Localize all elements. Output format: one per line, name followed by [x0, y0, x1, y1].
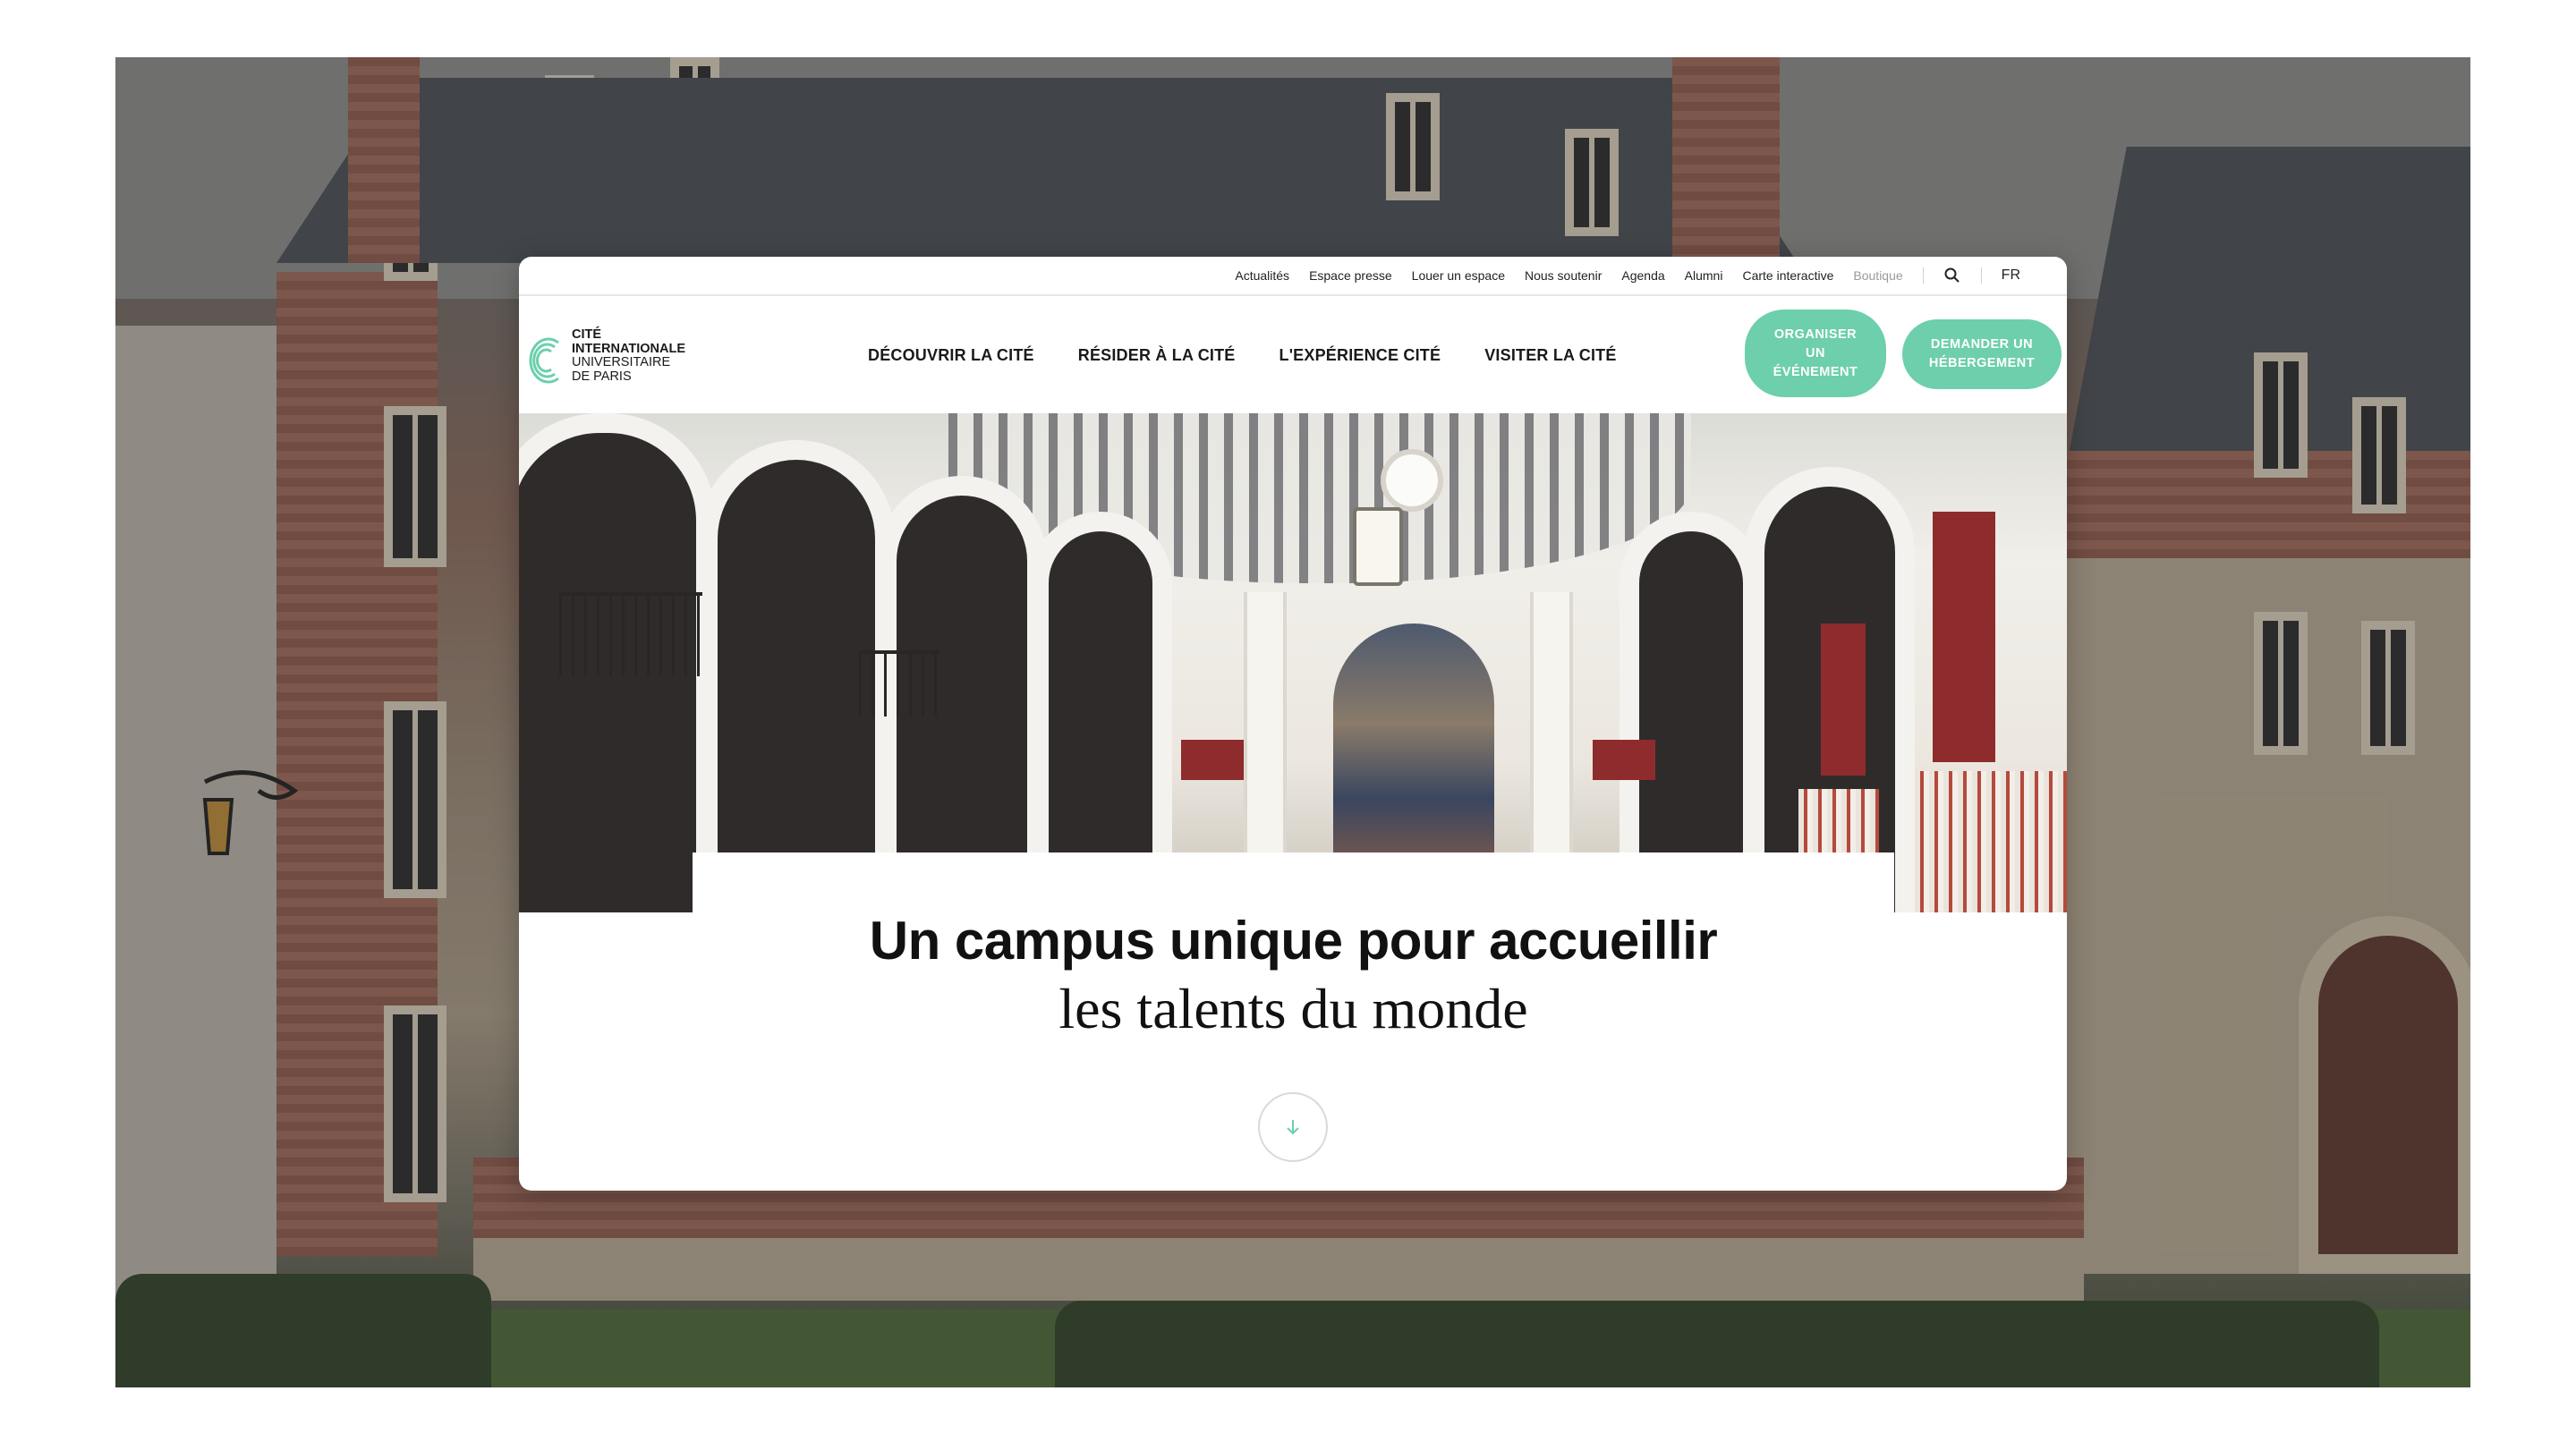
organize-event-button[interactable]: Organiser un événement [1745, 310, 1886, 397]
wall-clock [1381, 449, 1443, 512]
utility-link-carte-interactive[interactable]: Carte interactive [1742, 268, 1833, 283]
primary-menu: Découvrir la Cité Résider à la Cité L'ex… [868, 298, 1617, 412]
hero-headline-card: Un campus unique pour accueillir les tal… [693, 852, 1894, 1191]
main-nav: Cité Internationale Universitaire de Par… [519, 298, 2067, 412]
logo-mark-icon [529, 337, 559, 384]
hero-subtitle: les talents du monde [1058, 977, 1528, 1040]
red-sign [1181, 740, 1244, 780]
logo-text: Cité Internationale Universitaire de Par… [572, 327, 686, 384]
divider [1980, 267, 1982, 284]
divider [1922, 267, 1924, 284]
hero-image [519, 413, 2067, 912]
logo-line: Internationale [572, 341, 686, 356]
organize-event-label: Organiser un événement [1773, 327, 1858, 379]
red-sign [1593, 740, 1655, 780]
logo-line: Cité [572, 327, 602, 342]
balcony-railing [559, 592, 702, 676]
logo-line: de Paris [572, 369, 632, 384]
logo-line: Universitaire [572, 355, 671, 369]
utility-link-agenda[interactable]: Agenda [1621, 268, 1664, 283]
chandelier [1353, 507, 1403, 586]
painting [1333, 623, 1494, 874]
scroll-down-button[interactable] [1258, 1092, 1328, 1162]
bookshelf [1915, 771, 2067, 912]
utility-link-actualites[interactable]: Actualités [1235, 268, 1289, 283]
nav-decouvrir-la-cite[interactable]: Découvrir la Cité [868, 346, 1034, 365]
website-window: Actualités Espace presse Louer un espace… [519, 257, 2067, 1191]
red-banner [1933, 512, 1995, 762]
site-logo[interactable]: Cité Internationale Universitaire de Par… [524, 325, 703, 387]
request-housing-button[interactable]: Demander un hébergement [1902, 319, 2062, 389]
nav-visiter-la-cite[interactable]: Visiter la Cité [1484, 346, 1616, 365]
nav-experience-cite[interactable]: L'expérience Cité [1279, 346, 1441, 365]
arrow-down-icon [1287, 1120, 1299, 1135]
utility-link-louer-un-espace[interactable]: Louer un espace [1412, 268, 1505, 283]
utility-link-alumni[interactable]: Alumni [1685, 268, 1723, 283]
search-icon[interactable] [1943, 267, 1961, 284]
utility-nav: Actualités Espace presse Louer un espace… [519, 257, 2067, 296]
utility-link-espace-presse[interactable]: Espace presse [1309, 268, 1392, 283]
hero-title: Un campus unique pour accueillir [869, 911, 1718, 971]
utility-link-boutique[interactable]: Boutique [1853, 268, 1902, 283]
language-switch[interactable]: FR [2002, 267, 2020, 284]
nav-resider-a-la-cite[interactable]: Résider à la Cité [1078, 346, 1236, 365]
balcony-railing [859, 650, 939, 717]
red-banner [1821, 623, 1866, 776]
utility-link-nous-soutenir[interactable]: Nous soutenir [1525, 268, 1602, 283]
request-housing-label: Demander un hébergement [1928, 337, 2036, 370]
